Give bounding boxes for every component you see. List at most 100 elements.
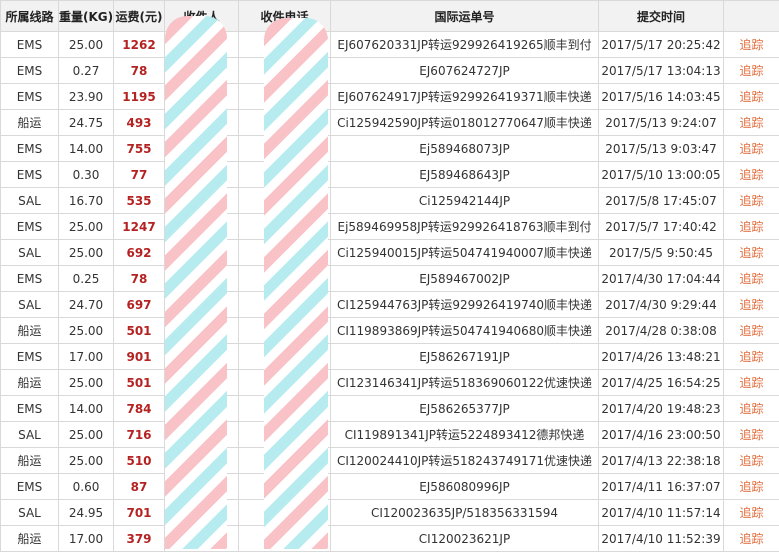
track-link[interactable]: 追踪 [739, 350, 763, 364]
track-link[interactable]: 追踪 [739, 142, 763, 156]
cell-tracking-number: EJ607620331JP转运929926419265顺丰到付 [331, 32, 599, 58]
track-link[interactable]: 追踪 [739, 324, 763, 338]
cell-fee: 510 [114, 448, 165, 474]
cell-fee: 697 [114, 292, 165, 318]
track-cell: 追踪 [724, 474, 779, 500]
col-header-fee: 运费(元) [114, 1, 165, 32]
table-row: EMS0.6087Y5EJ586080996JP2017/4/11 16:37:… [1, 474, 779, 500]
cell-phone: 1 [239, 448, 331, 474]
table-row: SAL25.00692137Ci125940015JP转运50474194000… [1, 240, 779, 266]
track-link[interactable]: 追踪 [739, 298, 763, 312]
track-link[interactable]: 追踪 [739, 402, 763, 416]
cell-line: SAL [1, 240, 59, 266]
track-link[interactable]: 追踪 [739, 428, 763, 442]
col-header-weight: 重量(KG) [59, 1, 114, 32]
track-cell: 追踪 [724, 266, 779, 292]
cell-recipient: Y [165, 474, 239, 500]
track-link[interactable]: 追踪 [739, 90, 763, 104]
cell-submit-time: 2017/4/11 16:37:07 [599, 474, 724, 500]
cell-line: EMS [1, 58, 59, 84]
cell-submit-time: 2017/4/30 17:04:44 [599, 266, 724, 292]
col-header-phone: 收件电话 [239, 1, 331, 32]
cell-weight: 25.00 [59, 370, 114, 396]
track-cell: 追踪 [724, 84, 779, 110]
cell-weight: 25.00 [59, 422, 114, 448]
track-link[interactable]: 追踪 [739, 38, 763, 52]
cell-submit-time: 2017/5/17 13:04:13 [599, 58, 724, 84]
cell-tracking-number: EJ607624917JP转运929926419371顺丰快递 [331, 84, 599, 110]
cell-fee: 501 [114, 370, 165, 396]
cell-recipient [165, 526, 239, 552]
cell-recipient [165, 448, 239, 474]
cell-fee: 1262 [114, 32, 165, 58]
cell-phone: 137 [239, 240, 331, 266]
col-header-tracking: 国际运单号 [331, 1, 599, 32]
cell-recipient [165, 162, 239, 188]
cell-weight: 16.70 [59, 188, 114, 214]
cell-tracking-number: CI123146341JP转运518369060122优速快递 [331, 370, 599, 396]
track-link[interactable]: 追踪 [739, 376, 763, 390]
cell-tracking-number: CI125944763JP转运929926419740顺丰快递 [331, 292, 599, 318]
table-row: EMS14.007841EJ586265377JP2017/4/20 19:48… [1, 396, 779, 422]
cell-submit-time: 2017/4/28 0:38:08 [599, 318, 724, 344]
track-link[interactable]: 追踪 [739, 116, 763, 130]
track-link[interactable]: 追踪 [739, 168, 763, 182]
cell-fee: 379 [114, 526, 165, 552]
cell-weight: 23.90 [59, 84, 114, 110]
track-link[interactable]: 追踪 [739, 532, 763, 546]
cell-weight: 0.60 [59, 474, 114, 500]
track-link[interactable]: 追踪 [739, 194, 763, 208]
track-cell: 追踪 [724, 500, 779, 526]
cell-phone: 1 [239, 370, 331, 396]
cell-line: 船运 [1, 318, 59, 344]
track-link[interactable]: 追踪 [739, 246, 763, 260]
track-cell: 追踪 [724, 32, 779, 58]
cell-phone: 186 [239, 162, 331, 188]
cell-fee: 901 [114, 344, 165, 370]
track-link[interactable]: 追踪 [739, 506, 763, 520]
table-row: SAL24.957011CI120023635JP/51835633159420… [1, 500, 779, 526]
cell-fee: 1195 [114, 84, 165, 110]
track-link[interactable]: 追踪 [739, 454, 763, 468]
table-row: SAL24.70697137CI125944763JP转运92992641974… [1, 292, 779, 318]
cell-phone: 135 [239, 266, 331, 292]
cell-recipient [165, 292, 239, 318]
cell-tracking-number: EJ607624727JP [331, 58, 599, 84]
cell-tracking-number: Ci125942590JP转运018012770647顺丰快递 [331, 110, 599, 136]
cell-phone: 137 [239, 136, 331, 162]
track-link[interactable]: 追踪 [739, 220, 763, 234]
cell-line: EMS [1, 136, 59, 162]
cell-recipient [165, 370, 239, 396]
cell-submit-time: 2017/5/17 20:25:42 [599, 32, 724, 58]
cell-phone: 137 [239, 110, 331, 136]
track-link[interactable]: 追踪 [739, 480, 763, 494]
cell-line: EMS [1, 214, 59, 240]
table-row: EMS0.2578135EJ589467002JP2017/4/30 17:04… [1, 266, 779, 292]
cell-fee: 701 [114, 500, 165, 526]
cell-fee: 716 [114, 422, 165, 448]
cell-line: EMS [1, 162, 59, 188]
table-row: EMS0.3077186EJ589468643JP2017/5/10 13:00… [1, 162, 779, 188]
cell-weight: 25.00 [59, 448, 114, 474]
cell-recipient [165, 318, 239, 344]
table-row: SAL25.007161CI119891341JP转运5224893412德邦快… [1, 422, 779, 448]
cell-tracking-number: Ej589469958JP转运929926418763顺丰到付 [331, 214, 599, 240]
cell-submit-time: 2017/5/5 9:50:45 [599, 240, 724, 266]
cell-line: 船运 [1, 526, 59, 552]
cell-line: SAL [1, 188, 59, 214]
cell-tracking-number: CI119891341JP转运5224893412德邦快递 [331, 422, 599, 448]
cell-recipient [165, 240, 239, 266]
track-link[interactable]: 追踪 [739, 64, 763, 78]
track-link[interactable]: 追踪 [739, 272, 763, 286]
cell-phone: 135 [239, 188, 331, 214]
cell-fee: 78 [114, 58, 165, 84]
table-row: EMS17.009011EJ586267191JP2017/4/26 13:48… [1, 344, 779, 370]
cell-submit-time: 2017/4/26 13:48:21 [599, 344, 724, 370]
cell-submit-time: 2017/5/16 14:03:45 [599, 84, 724, 110]
cell-submit-time: 2017/4/30 9:29:44 [599, 292, 724, 318]
cell-weight: 25.00 [59, 318, 114, 344]
col-header-time: 提交时间 [599, 1, 724, 32]
cell-line: EMS [1, 32, 59, 58]
track-cell: 追踪 [724, 58, 779, 84]
cell-phone: 137 [239, 84, 331, 110]
